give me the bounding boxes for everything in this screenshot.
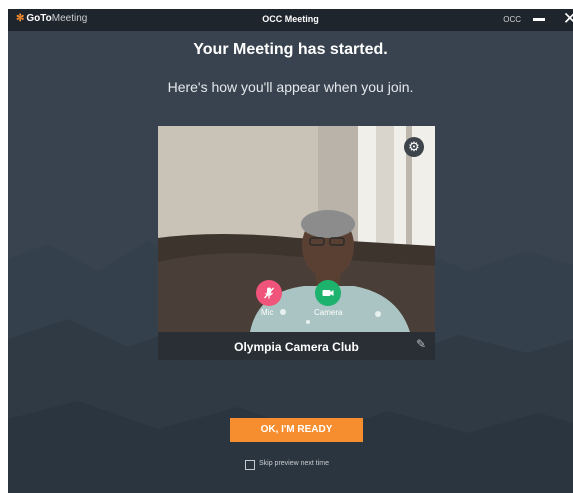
page-title: Your Meeting has started.: [193, 41, 388, 58]
mic-off-icon: [263, 287, 275, 299]
minimize-icon[interactable]: [533, 18, 545, 21]
user-initials[interactable]: OCC: [503, 15, 521, 24]
camera-preview: ⚙ Mic Camera Olympia Camera Club ✎: [158, 126, 435, 360]
title-bar: ✻ GoToMeeting OCC Meeting OCC ✕: [8, 9, 573, 31]
camera-video-feed: [158, 126, 435, 332]
display-name-bar: Olympia Camera Club ✎: [158, 332, 435, 360]
window-title: OCC Meeting: [262, 14, 319, 24]
mic-toggle-button[interactable]: [256, 280, 282, 306]
gear-icon[interactable]: ⚙: [404, 137, 424, 157]
page-subtitle: Here's how you'll appear when you join.: [167, 79, 414, 95]
app-window: ✻ GoToMeeting OCC Meeting OCC ✕ Your Meet…: [8, 9, 573, 493]
close-icon[interactable]: ✕: [563, 10, 573, 28]
camera-toggle-button[interactable]: [315, 280, 341, 306]
ready-button[interactable]: OK, I'M READY: [230, 418, 363, 442]
mic-label: Mic: [261, 308, 274, 317]
skip-preview-checkbox[interactable]: [245, 460, 255, 470]
camera-label: Camera: [314, 308, 343, 317]
display-name: Olympia Camera Club: [234, 340, 359, 354]
pencil-icon[interactable]: ✎: [416, 337, 426, 351]
skip-preview-label: Skip preview next time: [259, 460, 330, 467]
video-camera-icon: [322, 290, 334, 296]
